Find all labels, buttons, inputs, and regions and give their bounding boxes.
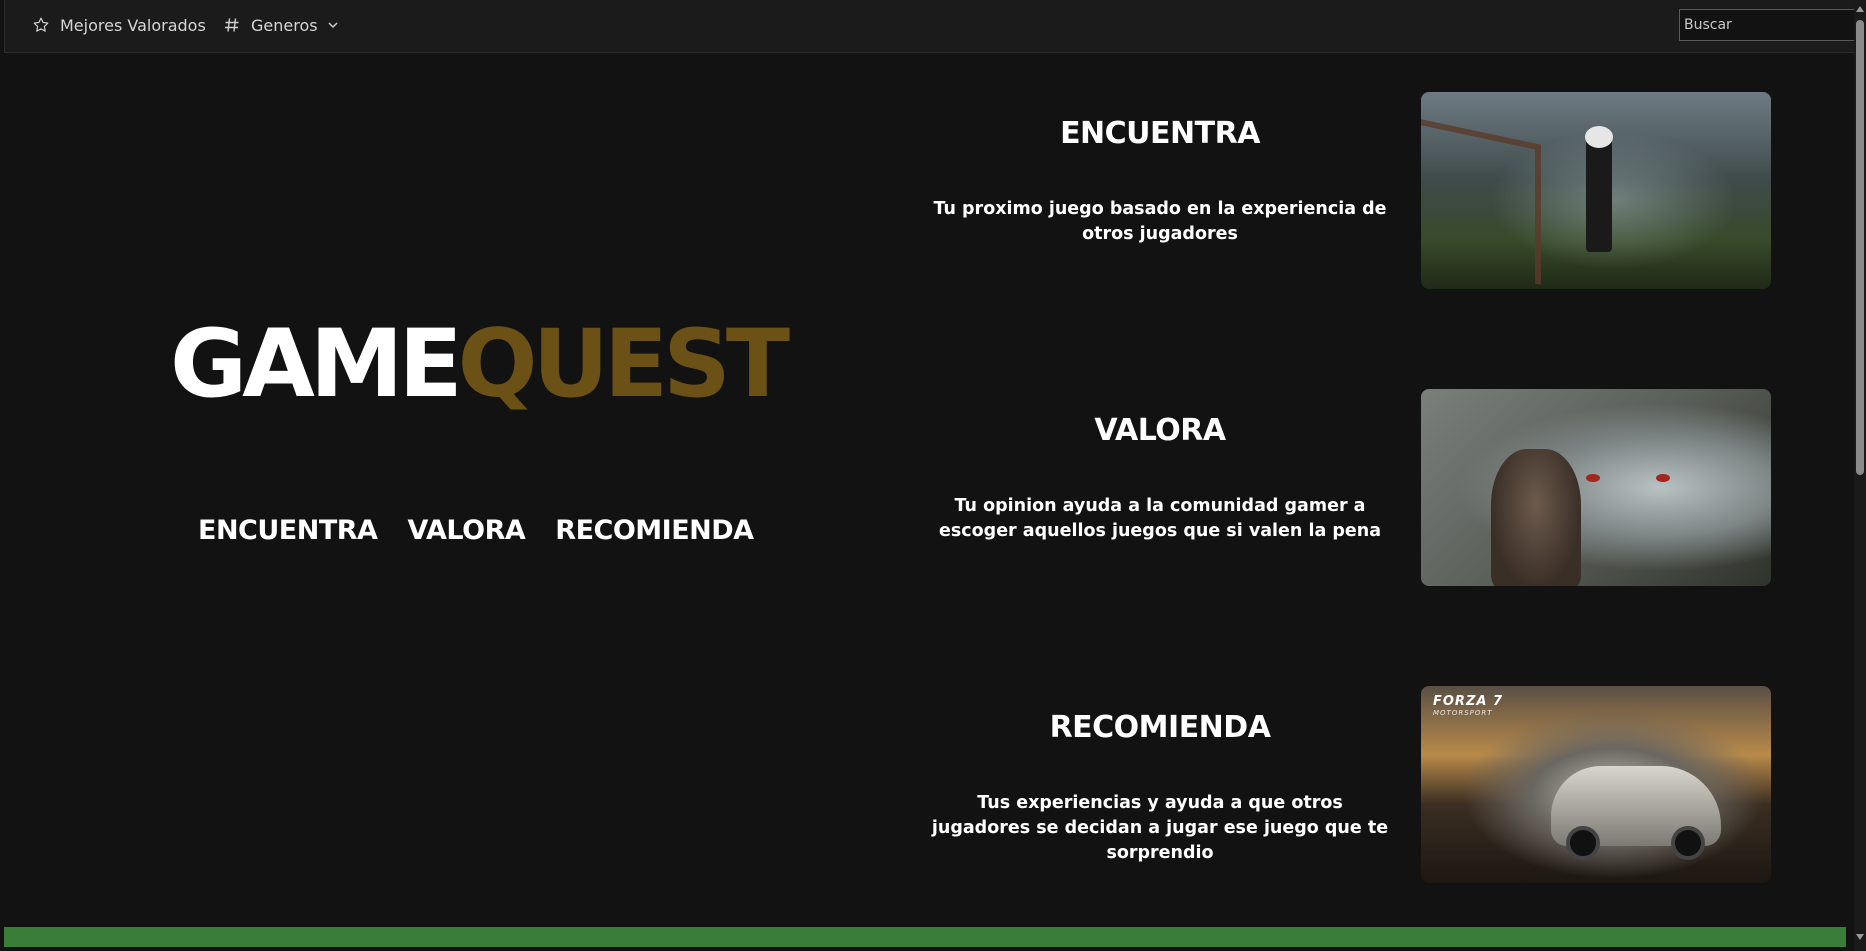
scroll-up-arrow-icon[interactable] [1854,2,1866,16]
site-logo: GAMEQUEST [170,315,790,415]
feature-title-valora: VALORA [1094,413,1226,448]
chevron-down-icon [327,19,339,31]
nav-genres-dropdown[interactable]: Generos [222,0,339,50]
logo-quest-text: QUEST [457,310,790,419]
nav-genres-label: Generos [251,15,318,35]
hero-link-recomienda[interactable]: RECOMIENDA [555,515,754,546]
hero-links: ENCUENTRA VALORA RECOMIENDA [198,515,754,546]
feature-text-recomienda: Tus experiencias y ayuda a que otros jug… [931,793,1389,863]
page: Mejores Valorados Generos GAMEQUEST ENCU… [0,0,1866,951]
image-detail [1671,826,1705,860]
star-icon [31,15,51,35]
feature-title-recomienda: RECOMIENDA [1049,710,1271,745]
logo-game-text: GAME [170,310,463,419]
vertical-scrollbar[interactable] [1854,0,1866,951]
nav-top-rated-label: Mejores Valorados [60,15,206,35]
hash-icon [222,15,242,35]
feature-text-encuentra: Tu proximo juego basado en la experienci… [933,199,1387,244]
hero-link-encuentra[interactable]: ENCUENTRA [198,515,378,546]
feature-image-recomienda: FORZA 7 MOTORSPORT [1421,686,1771,883]
scrollbar-thumb[interactable] [1856,20,1864,475]
footer-bar [4,927,1846,947]
image-detail [1566,826,1600,860]
image-detail [1585,126,1613,148]
search-input[interactable] [1679,9,1857,41]
forza-logo-text: FORZA 7 [1433,694,1504,709]
forza-logo: FORZA 7 MOTORSPORT [1433,694,1503,717]
image-detail [1586,132,1612,252]
image-detail [1421,119,1541,285]
feature-title-encuentra: ENCUENTRA [1060,116,1260,151]
image-detail [1586,474,1600,482]
feature-text-valora: Tu opinion ayuda a la comunidad gamer a … [938,496,1382,541]
feature-image-valora [1421,389,1771,586]
image-detail [1491,449,1581,586]
hero-link-valora[interactable]: VALORA [407,515,525,546]
scroll-down-arrow-icon[interactable] [1854,930,1866,944]
feature-image-encuentra [1421,92,1771,289]
nav-top-rated[interactable]: Mejores Valorados [31,0,206,50]
forza-logo-sub: MOTORSPORT [1433,709,1493,717]
image-detail [1656,474,1670,482]
top-navbar: Mejores Valorados Generos [4,0,1857,53]
